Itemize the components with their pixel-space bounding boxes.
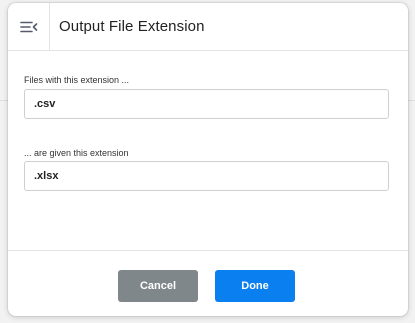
dialog-body: Files with this extension ... ... are gi…: [8, 52, 408, 250]
cancel-button[interactable]: Cancel: [118, 270, 198, 302]
dialog-title: Output File Extension: [59, 18, 205, 35]
collapse-menu-icon: [19, 21, 37, 33]
source-extension-input[interactable]: [24, 89, 389, 119]
target-extension-label: ... are given this extension: [24, 148, 129, 158]
source-extension-label: Files with this extension ...: [24, 75, 130, 85]
collapse-menu-button[interactable]: [8, 3, 50, 51]
done-button[interactable]: Done: [215, 270, 295, 302]
output-file-extension-dialog: Output File Extension Files with this ex…: [8, 3, 408, 316]
dialog-footer: Cancel Done: [8, 250, 408, 316]
target-extension-input[interactable]: [24, 161, 389, 191]
dialog-header: Output File Extension: [8, 3, 408, 51]
